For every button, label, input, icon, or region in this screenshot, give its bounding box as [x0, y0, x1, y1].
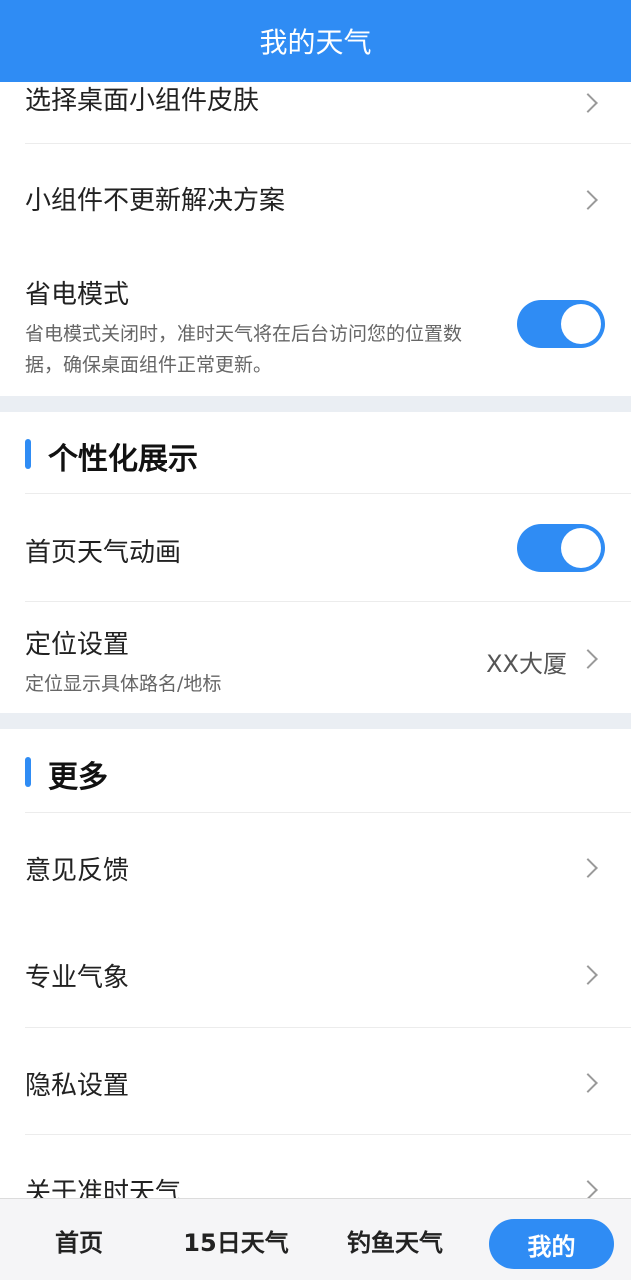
toggle-knob: [561, 304, 601, 344]
power-save-label: 省电模式: [25, 280, 130, 310]
chevron-right-icon: [578, 190, 598, 210]
chevron-right-icon: [578, 858, 598, 878]
location-settings-desc: 定位显示具体路名/地标: [25, 673, 222, 695]
tab-15day-label: 15日天气: [183, 1228, 289, 1257]
section-accent-bar: [25, 757, 31, 787]
privacy-settings-label: 隐私设置: [25, 1071, 130, 1101]
chevron-right-icon: [578, 1180, 598, 1198]
tab-mine[interactable]: 我的: [489, 1219, 614, 1269]
app-header: 我的天气: [0, 0, 631, 82]
power-save-desc-line1: 省电模式关闭时，准时天气将在后台访问您的位置数: [25, 323, 463, 345]
power-save-toggle[interactable]: [517, 300, 605, 348]
settings-list[interactable]: 选择桌面小组件皮肤 小组件不更新解决方案 省电模式 省电模式关闭时，准时天气将在…: [0, 82, 631, 1198]
toggle-knob: [561, 528, 601, 568]
weather-animation-label: 首页天气动画: [25, 538, 182, 568]
section-title-more: 更多: [48, 760, 108, 795]
privacy-settings-item[interactable]: 隐私设置: [0, 1028, 631, 1135]
more-section-header: 更多: [0, 729, 631, 813]
chevron-right-icon: [578, 93, 598, 113]
chevron-right-icon: [578, 965, 598, 985]
weather-animation-toggle[interactable]: [517, 524, 605, 572]
about-item[interactable]: 关于准时天气: [0, 1135, 631, 1198]
personal-section-header: 个性化展示: [0, 412, 631, 494]
pro-weather-item[interactable]: 专业气象: [0, 920, 631, 1028]
section-accent-bar: [25, 439, 31, 469]
pro-weather-label: 专业气象: [25, 963, 130, 993]
section-title-personal: 个性化展示: [48, 442, 198, 477]
page-title: 我的天气: [259, 26, 372, 59]
feedback-label: 意见反馈: [25, 856, 130, 886]
tab-home-label: 首页: [55, 1228, 103, 1257]
widget-fix-item[interactable]: 小组件不更新解决方案: [0, 144, 631, 252]
tab-fishing-label: 钓鱼天气: [347, 1228, 443, 1257]
tab-15day-weather[interactable]: 15日天气: [170, 1199, 302, 1280]
tab-home[interactable]: 首页: [20, 1199, 138, 1280]
location-value: XX大厦: [486, 650, 567, 678]
weather-animation-item: 首页天气动画: [0, 494, 631, 602]
bottom-tab-bar: 首页 15日天气 钓鱼天气 我的: [0, 1198, 631, 1280]
location-settings-item[interactable]: 定位设置 定位显示具体路名/地标 XX大厦: [0, 602, 631, 713]
chevron-right-icon: [578, 649, 598, 669]
power-save-desc-line2: 据，确保桌面组件正常更新。: [25, 354, 273, 376]
power-save-item: 省电模式 省电模式关闭时，准时天气将在后台访问您的位置数 据，确保桌面组件正常更…: [0, 252, 631, 396]
feedback-item[interactable]: 意见反馈: [0, 813, 631, 920]
tab-fishing-weather[interactable]: 钓鱼天气: [330, 1199, 460, 1280]
widget-fix-label: 小组件不更新解决方案: [25, 186, 286, 216]
widget-skin-label: 选择桌面小组件皮肤: [25, 86, 260, 116]
chevron-right-icon: [578, 1073, 598, 1093]
section-gap: [0, 396, 631, 412]
tab-mine-label: 我的: [527, 1232, 576, 1261]
about-label: 关于准时天气: [25, 1178, 182, 1198]
section-gap: [0, 713, 631, 729]
widget-skin-item[interactable]: 选择桌面小组件皮肤: [0, 82, 631, 144]
location-settings-label: 定位设置: [25, 630, 130, 660]
